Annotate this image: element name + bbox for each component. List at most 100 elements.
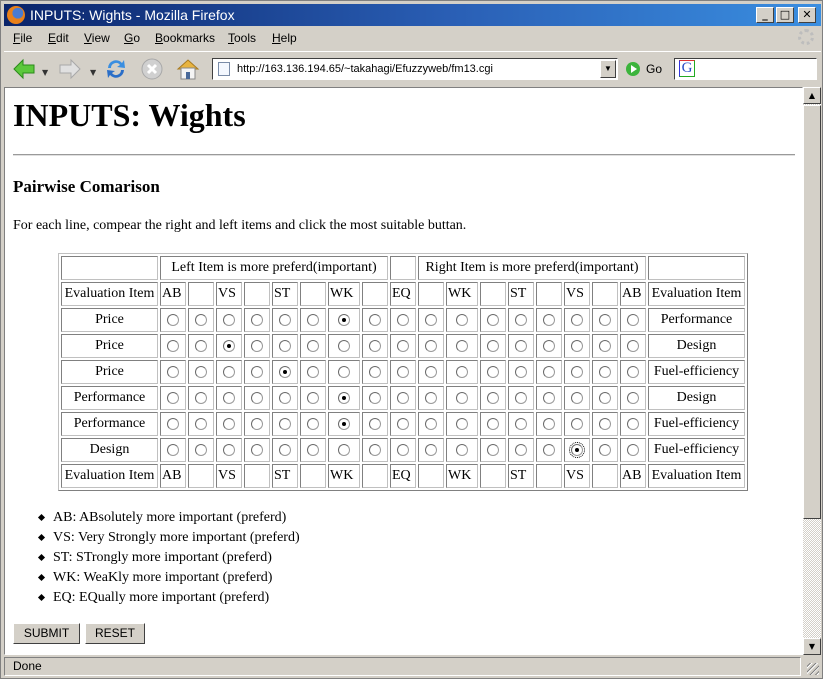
preference-radio[interactable] xyxy=(195,443,207,456)
preference-radio[interactable] xyxy=(627,313,639,326)
preference-radio[interactable] xyxy=(307,365,319,378)
preference-radio[interactable] xyxy=(369,339,381,352)
preference-radio[interactable] xyxy=(369,313,381,326)
preference-radio[interactable] xyxy=(223,443,235,456)
preference-radio[interactable] xyxy=(397,391,409,404)
preference-radio-selected[interactable] xyxy=(223,339,235,352)
preference-radio[interactable] xyxy=(251,391,263,404)
preference-radio[interactable] xyxy=(571,339,583,352)
preference-radio[interactable] xyxy=(251,313,263,326)
preference-radio[interactable] xyxy=(369,365,381,378)
preference-radio[interactable] xyxy=(515,313,527,326)
preference-radio[interactable] xyxy=(397,313,409,326)
preference-radio-selected[interactable] xyxy=(338,417,350,430)
scroll-down-button[interactable]: ▼ xyxy=(803,638,821,655)
preference-radio[interactable] xyxy=(338,365,350,378)
preference-radio[interactable] xyxy=(338,443,350,456)
preference-radio[interactable] xyxy=(571,365,583,378)
preference-radio[interactable] xyxy=(167,313,179,326)
preference-radio[interactable] xyxy=(338,339,350,352)
preference-radio[interactable] xyxy=(599,339,611,352)
home-icon[interactable] xyxy=(176,57,200,81)
preference-radio[interactable] xyxy=(279,391,291,404)
preference-radio[interactable] xyxy=(599,313,611,326)
preference-radio[interactable] xyxy=(307,391,319,404)
preference-radio[interactable] xyxy=(307,339,319,352)
preference-radio[interactable] xyxy=(397,417,409,430)
reload-icon[interactable] xyxy=(104,57,128,81)
preference-radio[interactable] xyxy=(599,365,611,378)
menu-go[interactable]: Go xyxy=(124,31,140,45)
preference-radio[interactable] xyxy=(279,339,291,352)
preference-radio[interactable] xyxy=(251,365,263,378)
preference-radio[interactable] xyxy=(456,313,468,326)
preference-radio[interactable] xyxy=(279,417,291,430)
menu-tools[interactable]: Tools xyxy=(228,31,256,45)
preference-radio[interactable] xyxy=(167,365,179,378)
submit-button[interactable]: SUBMIT xyxy=(13,623,80,644)
preference-radio[interactable] xyxy=(223,417,235,430)
url-history-dropdown-icon[interactable]: ▼ xyxy=(600,60,616,78)
back-icon[interactable] xyxy=(12,57,36,81)
preference-radio[interactable] xyxy=(515,365,527,378)
preference-radio[interactable] xyxy=(167,339,179,352)
preference-radio[interactable] xyxy=(515,391,527,404)
back-history-dropdown-icon[interactable]: ▼ xyxy=(42,68,48,77)
preference-radio[interactable] xyxy=(307,313,319,326)
preference-radio[interactable] xyxy=(195,313,207,326)
preference-radio-selected[interactable] xyxy=(338,391,350,404)
minimize-button[interactable]: _ xyxy=(756,7,774,23)
resize-grip-icon[interactable] xyxy=(807,663,819,675)
preference-radio[interactable] xyxy=(487,365,499,378)
menu-help[interactable]: Help xyxy=(272,31,297,45)
preference-radio[interactable] xyxy=(627,365,639,378)
preference-radio[interactable] xyxy=(397,365,409,378)
preference-radio[interactable] xyxy=(369,443,381,456)
preference-radio[interactable] xyxy=(543,313,555,326)
preference-radio[interactable] xyxy=(223,365,235,378)
preference-radio[interactable] xyxy=(223,313,235,326)
preference-radio[interactable] xyxy=(456,443,468,456)
preference-radio[interactable] xyxy=(167,443,179,456)
scroll-up-button[interactable]: ▲ xyxy=(803,87,821,104)
preference-radio[interactable] xyxy=(195,417,207,430)
preference-radio[interactable] xyxy=(251,417,263,430)
preference-radio[interactable] xyxy=(456,417,468,430)
preference-radio[interactable] xyxy=(279,443,291,456)
preference-radio[interactable] xyxy=(599,391,611,404)
menu-view[interactable]: View xyxy=(84,31,110,45)
preference-radio[interactable] xyxy=(307,443,319,456)
preference-radio[interactable] xyxy=(167,417,179,430)
preference-radio[interactable] xyxy=(425,391,437,404)
preference-radio[interactable] xyxy=(456,365,468,378)
preference-radio[interactable] xyxy=(487,417,499,430)
preference-radio[interactable] xyxy=(627,391,639,404)
url-input[interactable]: http://163.136.194.65/~takahagi/Efuzzywe… xyxy=(237,63,493,75)
preference-radio[interactable] xyxy=(425,313,437,326)
preference-radio[interactable] xyxy=(487,443,499,456)
preference-radio[interactable] xyxy=(369,417,381,430)
preference-radio[interactable] xyxy=(195,391,207,404)
preference-radio[interactable] xyxy=(515,339,527,352)
preference-radio[interactable] xyxy=(425,443,437,456)
preference-radio[interactable] xyxy=(425,417,437,430)
preference-radio[interactable] xyxy=(397,339,409,352)
preference-radio[interactable] xyxy=(251,443,263,456)
preference-radio[interactable] xyxy=(627,417,639,430)
preference-radio[interactable] xyxy=(599,443,611,456)
menu-bookmarks[interactable]: Bookmarks xyxy=(155,31,215,45)
preference-radio[interactable] xyxy=(307,417,319,430)
preference-radio[interactable] xyxy=(425,365,437,378)
menu-edit[interactable]: Edit xyxy=(48,31,69,45)
maximize-button[interactable]: □ xyxy=(776,7,794,23)
preference-radio[interactable] xyxy=(599,417,611,430)
preference-radio[interactable] xyxy=(543,391,555,404)
preference-radio[interactable] xyxy=(397,443,409,456)
preference-radio[interactable] xyxy=(515,443,527,456)
preference-radio[interactable] xyxy=(571,313,583,326)
preference-radio-selected[interactable] xyxy=(279,365,291,378)
preference-radio[interactable] xyxy=(627,339,639,352)
menu-file[interactable]: File xyxy=(13,31,32,45)
vertical-scrollbar[interactable]: ▲ ▼ xyxy=(803,87,821,655)
address-bar[interactable]: http://163.136.194.65/~takahagi/Efuzzywe… xyxy=(212,58,618,80)
